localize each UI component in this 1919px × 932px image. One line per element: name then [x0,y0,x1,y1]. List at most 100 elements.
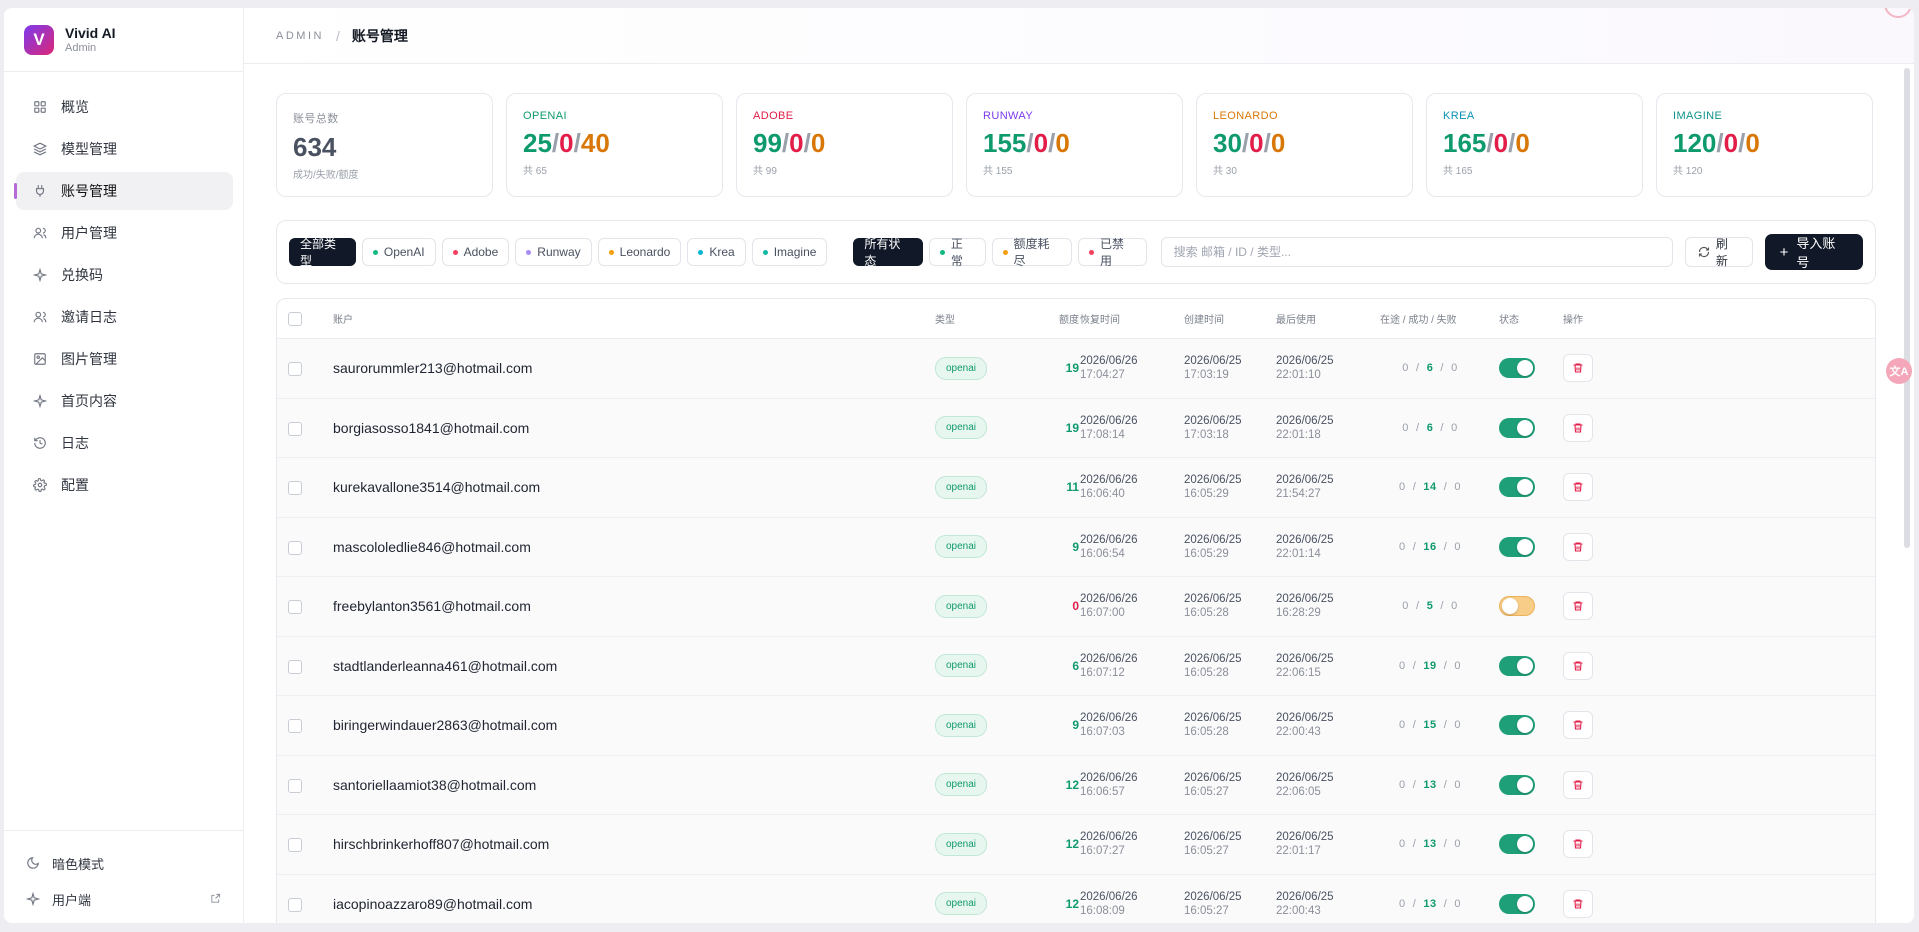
status-toggle[interactable] [1499,536,1535,557]
sidebar-item-2[interactable]: 账号管理 [14,172,233,210]
toggle-knob [1517,538,1533,555]
dark-mode-toggle[interactable]: 暗色模式 [26,845,243,881]
created-time: 2026/06/25 17:03:18 [1184,414,1242,442]
type-filter-chip[interactable]: OpenAI [361,238,436,266]
sidebar-item-3[interactable]: 用户管理 [16,214,233,252]
delete-button[interactable] [1563,830,1593,859]
stat-value-part: 0 [1515,128,1530,158]
sidebar-item-0[interactable]: 概览 [16,88,233,126]
status-toggle[interactable] [1499,774,1535,795]
sidebar-item-label: 首页内容 [61,393,117,409]
delete-button[interactable] [1563,532,1593,561]
type-filter-chip[interactable]: Leonardo [597,238,682,266]
quota-value: 11 [1066,480,1079,495]
recover-time: 2026/06/26 16:07:12 [1080,652,1138,680]
sidebar-item-5[interactable]: 邀请日志 [16,298,233,336]
sidebar-item-6[interactable]: 图片管理 [16,340,233,378]
success-count: 16 [1423,540,1437,553]
import-accounts-button[interactable]: + 导入账号 [1764,234,1864,270]
last-used-time: 2026/06/25 22:06:05 [1276,771,1334,799]
row-checkbox[interactable] [288,897,302,912]
delete-button[interactable] [1563,413,1593,442]
status-toggle[interactable] [1499,417,1535,438]
inflight-count: 0 [1398,778,1406,791]
created-time: 2026/06/25 16:05:28 [1184,592,1242,620]
quota-value: 12 [1065,777,1079,792]
fail-count: 0 [1454,659,1462,672]
fail-count: 0 [1451,600,1458,613]
translate-icon[interactable]: 文A [1886,358,1912,384]
recover-clock: 17:08:14 [1080,428,1125,441]
last-used-clock: 21:54:27 [1276,488,1321,501]
row-checkbox[interactable] [288,778,302,793]
row-checkbox[interactable] [288,481,302,495]
row-checkbox[interactable] [288,719,302,733]
counts: 0 / 19 / 0 [1398,659,1462,672]
trash-icon [1573,542,1583,552]
created-clock: 17:03:18 [1184,428,1229,441]
created-time: 2026/06/25 16:05:27 [1184,830,1242,858]
status-toggle[interactable] [1499,477,1535,498]
inflight-count: 0 [1398,838,1406,851]
success-count: 13 [1423,897,1437,910]
delete-button[interactable] [1563,889,1593,918]
sidebar-item-4[interactable]: 兑换码 [16,256,233,294]
stat-value: 155/0/0 [983,128,1166,159]
search-input[interactable] [1160,237,1673,267]
success-count: 6 [1426,421,1434,434]
row-checkbox[interactable] [288,659,302,674]
status-toggle[interactable] [1499,596,1535,617]
sidebar-item-1[interactable]: 模型管理 [16,130,233,168]
type-filter-chip[interactable]: Imagine [751,238,828,266]
status-toggle[interactable] [1499,893,1535,914]
breadcrumb-admin[interactable]: ADMIN [276,30,324,42]
delete-button[interactable] [1563,711,1593,740]
success-count: 19 [1423,659,1437,672]
recover-clock: 16:07:12 [1080,666,1125,679]
page-scrollbar[interactable] [1904,68,1910,548]
status-filter-chip[interactable]: 正常 [928,237,986,268]
stat-value: 634 [293,132,476,163]
status-toggle[interactable] [1499,834,1535,855]
delete-button[interactable] [1563,354,1593,383]
sidebar-item-9[interactable]: 配置 [16,466,233,504]
refresh-button[interactable]: 刷新 [1684,237,1753,268]
counts: 0 / 6 / 0 [1402,421,1458,434]
status-filter-chip[interactable]: 已禁用 [1078,237,1147,268]
main-content: ADMIN / 账号管理 账号总数 634 成功/失败/额度 OPENAI 25/0/4… [244,8,1914,923]
type-filter-chip[interactable]: Runway [515,238,592,266]
type-filter-chip[interactable]: Krea [687,238,746,266]
select-all-checkbox[interactable] [288,312,302,326]
sidebar-item-8[interactable]: 日志 [16,424,233,462]
type-filter-chip[interactable]: Adobe [441,238,510,266]
fail-count: 0 [1454,540,1462,553]
delete-button[interactable] [1563,473,1593,502]
row-checkbox[interactable] [288,362,302,376]
counts: 0 / 15 / 0 [1398,719,1462,732]
brand-role: Admin [65,42,97,54]
row-checkbox[interactable] [288,421,302,436]
stat-value-part: / [1486,128,1494,158]
row-checkbox[interactable] [288,838,302,852]
row-checkbox[interactable] [288,600,302,614]
recover-date: 2026/06/26 [1080,771,1138,784]
type-filter-group: 全部类型 OpenAI Adobe Runway Leonardo Krea Imagine [289,237,833,268]
delete-button[interactable] [1563,651,1593,680]
recover-date: 2026/06/26 [1080,652,1138,665]
delete-button[interactable] [1563,770,1593,799]
row-checkbox[interactable] [288,540,302,555]
type-filter-chip[interactable]: 全部类型 [289,237,356,268]
status-toggle[interactable] [1499,358,1535,379]
success-count: 13 [1423,778,1437,791]
sidebar-item-7[interactable]: 首页内容 [16,382,233,420]
user-side-link[interactable]: 用户端 [26,881,243,917]
toggle-knob [1502,598,1518,615]
status-filter-chip[interactable]: 所有状态 [853,237,923,268]
delete-button[interactable] [1563,592,1593,621]
status-toggle[interactable] [1499,655,1535,676]
stat-card: LEONARDO 30/0/0 共 30 [1196,93,1413,197]
created-clock: 16:05:27 [1184,904,1229,917]
status-toggle[interactable] [1499,715,1535,736]
status-dot-icon [452,249,458,255]
status-filter-chip[interactable]: 额度耗尽 [991,237,1073,268]
